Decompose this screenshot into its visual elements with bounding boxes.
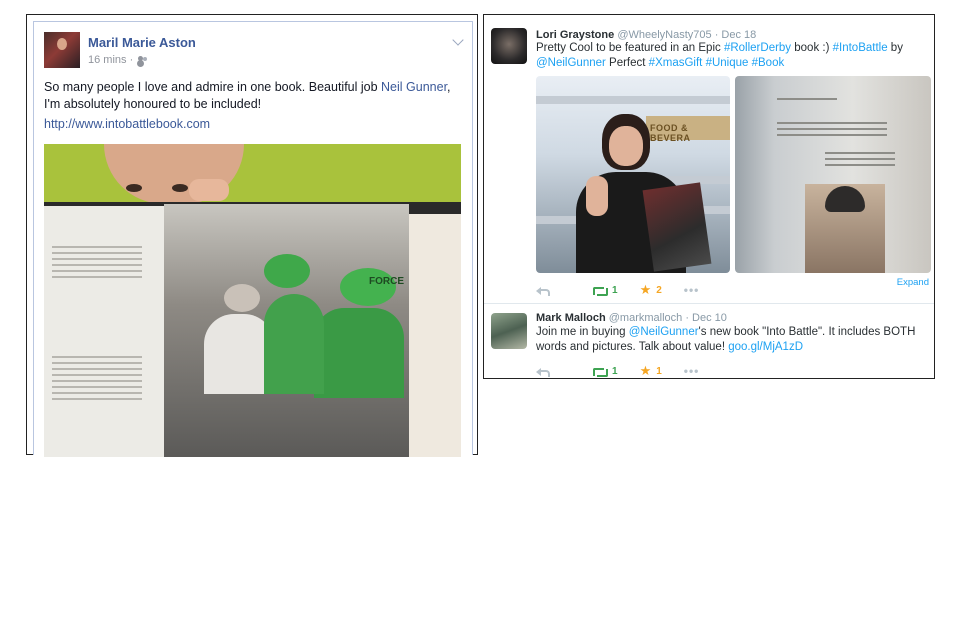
post-text-line2: I'm absolutely honoured to be included! (44, 97, 262, 111)
post-author-name[interactable]: Maril Marie Aston (88, 35, 196, 50)
tweet-text: Pretty Cool to be featured in an Epic #R… (536, 41, 926, 71)
woman-face (609, 126, 643, 166)
reply-icon (536, 366, 550, 377)
hashtag-link[interactable]: #XmasGift (649, 57, 703, 69)
reply-icon (536, 285, 550, 296)
reply-button[interactable] (536, 366, 550, 377)
mention-link[interactable]: @NeilGunner (629, 326, 699, 338)
retweet-button[interactable]: 1 (592, 285, 618, 296)
photo-eye (172, 184, 188, 192)
tweet-text-part: book :) (791, 42, 833, 54)
tweet-divider (484, 303, 934, 304)
tweet-photo-book-page[interactable] (735, 76, 931, 273)
photo-book-page-right: FORCE (164, 204, 409, 457)
more-icon: ••• (683, 283, 700, 297)
photo-helmet-text: FORCE (369, 276, 404, 287)
post-photo[interactable]: FORCE (44, 144, 461, 457)
tweet-text-part: by (887, 42, 903, 54)
twitter-panel: Lori Graystone @WheelyNasty705 · Dec 18 … (483, 14, 935, 379)
tweet-header: Lori Graystone @WheelyNasty705 · Dec 18 (536, 29, 756, 41)
photo-book-page-left (44, 206, 164, 457)
tweet-photo-store[interactable]: FOOD & BEVERA (536, 76, 730, 273)
photo-eye (126, 184, 142, 192)
post-text-part: So many people I love and admire in one … (44, 80, 382, 94)
favorite-count: 2 (656, 284, 662, 296)
tweet-actions: 1 ★ 2 ••• (536, 283, 721, 297)
tweet-text-part: Join me in buying (536, 326, 629, 338)
reply-button[interactable] (536, 285, 550, 296)
tweet-actions: 1 ★ 1 ••• (536, 364, 721, 378)
star-icon: ★ (639, 282, 652, 297)
store-sign-text: FOOD & BEVERA (650, 123, 691, 143)
retweet-icon (592, 285, 608, 296)
more-button[interactable]: ••• (684, 364, 700, 378)
hashtag-link[interactable]: #Book (752, 57, 785, 69)
facebook-post-frame: Maril Marie Aston 16 mins · So many peop… (26, 14, 478, 457)
retweet-icon (592, 366, 608, 377)
avatar[interactable] (491, 313, 527, 349)
retweet-count: 1 (612, 284, 618, 296)
mention-link[interactable]: Neil Gunner (381, 80, 447, 94)
tweet-author-name[interactable]: Lori Graystone (536, 29, 614, 41)
tweet-author-handle[interactable]: @WheelyNasty705 (617, 29, 711, 41)
hashtag-link[interactable]: #RollerDerby (724, 42, 791, 54)
store-shelf (536, 96, 730, 104)
skater-body (264, 294, 324, 394)
helmet-shape (340, 268, 396, 306)
tweet-text-part: Pretty Cool to be featured in an Epic (536, 42, 724, 54)
tweet-text-part: words and pictures. Talk about value! (536, 341, 729, 353)
favorite-count: 1 (656, 365, 662, 377)
mention-link[interactable]: @NeilGunner (536, 57, 606, 69)
friends-icon[interactable] (138, 55, 149, 65)
chevron-down-icon[interactable] (452, 34, 464, 46)
retweet-count: 1 (612, 365, 618, 377)
woman-hand (586, 176, 608, 216)
post-meta: 16 mins · (88, 54, 149, 66)
expand-link[interactable]: Expand (897, 277, 929, 288)
avatar[interactable] (491, 28, 527, 64)
post-timestamp[interactable]: 16 mins · (88, 54, 133, 66)
post-text-part: , (447, 80, 451, 94)
post-text: So many people I love and admire in one … (44, 79, 464, 113)
photo-fingers (189, 179, 229, 201)
facebook-post-card: Maril Marie Aston 16 mins · So many peop… (33, 21, 473, 457)
book-cover (642, 182, 712, 272)
tweet-author-name[interactable]: Mark Malloch (536, 312, 606, 324)
star-icon: ★ (639, 363, 652, 378)
favorite-button[interactable]: ★ 1 (639, 363, 662, 378)
short-url-link[interactable]: goo.gl/MjA1zD (728, 341, 803, 353)
tweet-text-part: 's new book "Into Battle". It includes B… (698, 326, 916, 338)
helmet-shape (264, 254, 310, 288)
retweet-button[interactable]: 1 (592, 366, 618, 377)
tweet-text: Join me in buying @NeilGunner's new book… (536, 325, 926, 355)
helmet-shape (224, 284, 260, 312)
store-shelf (536, 216, 576, 224)
tweet-date[interactable]: · Dec 18 (715, 29, 757, 41)
skater-body (314, 308, 404, 398)
post-url-link[interactable]: http://www.intobattlebook.com (44, 117, 210, 131)
more-icon: ••• (683, 364, 700, 378)
favorite-button[interactable]: ★ 2 (639, 282, 662, 297)
tweet-text-part: Perfect (605, 57, 649, 69)
hashtag-link[interactable]: #Unique (706, 57, 749, 69)
photo-book-edge (409, 214, 461, 457)
tweet-date[interactable]: · Dec 10 (685, 312, 727, 324)
tweet-header: Mark Malloch @markmalloch · Dec 10 (536, 312, 727, 324)
more-button[interactable]: ••• (684, 283, 700, 297)
tweet-author-handle[interactable]: @markmalloch (609, 312, 683, 324)
hashtag-link[interactable]: #IntoBattle (833, 42, 888, 54)
avatar[interactable] (44, 32, 80, 68)
